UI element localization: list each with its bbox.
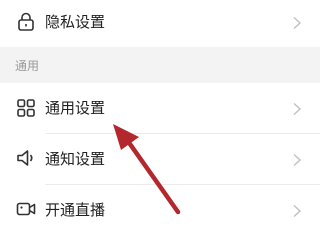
speaker-icon	[15, 147, 37, 169]
menu-item-label: 隐私设置	[45, 13, 106, 31]
section-header-general: 通用	[0, 47, 320, 83]
grid-icon	[15, 97, 37, 119]
chevron-right-icon	[292, 153, 302, 167]
menu-item-label: 通用设置	[45, 99, 106, 117]
chevron-right-icon	[292, 204, 302, 218]
menu-item-notification-settings[interactable]: 通知设置	[0, 134, 320, 184]
chevron-right-icon	[292, 16, 302, 30]
menu-item-label: 通知设置	[45, 150, 106, 168]
lock-icon	[15, 11, 37, 33]
menu-item-start-live[interactable]: 开通直播	[0, 185, 320, 240]
menu-item-privacy-settings[interactable]: 隐私设置	[0, 0, 320, 47]
section-title: 通用	[15, 59, 40, 73]
chevron-right-icon	[292, 102, 302, 116]
menu-item-label: 开通直播	[45, 201, 106, 219]
menu-item-general-settings[interactable]: 通用设置	[0, 83, 320, 133]
video-camera-icon	[15, 198, 37, 220]
